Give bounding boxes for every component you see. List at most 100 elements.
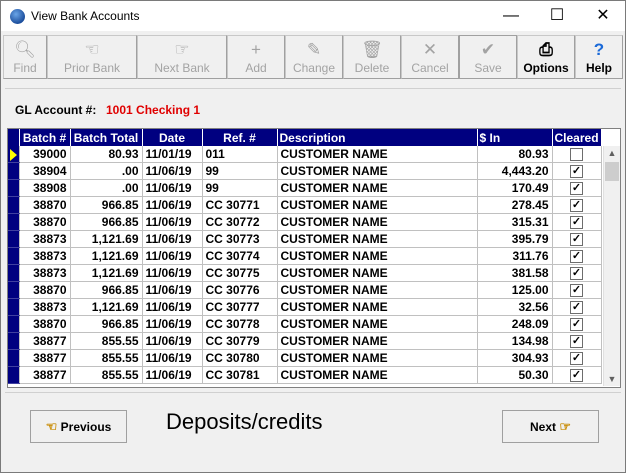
scroll-thumb[interactable] — [605, 162, 619, 181]
cell-batch-total[interactable]: 1,121.69 — [70, 247, 143, 265]
cell-ref[interactable]: CC 30774 — [202, 247, 278, 265]
cell-batch[interactable]: 38908 — [19, 179, 71, 197]
cell-ref[interactable]: CC 30781 — [202, 366, 278, 384]
cell-batch-total[interactable]: 966.85 — [70, 315, 143, 333]
close-button[interactable]: ✕ — [580, 1, 626, 31]
maximize-button[interactable]: ☐ — [534, 1, 580, 31]
cleared-checkbox[interactable]: ✓ — [570, 267, 584, 281]
row-selector[interactable] — [8, 196, 20, 214]
add-button[interactable]: + Add — [227, 35, 285, 79]
cell-batch[interactable]: 38877 — [19, 366, 71, 384]
cell-description[interactable]: CUSTOMER NAME — [277, 366, 478, 384]
cell-amount-in[interactable]: 134.98 — [477, 332, 553, 350]
cell-amount-in[interactable]: 4,443.20 — [477, 162, 553, 180]
table-row[interactable]: 38877 855.55 11/06/19 CC 30781 CUSTOMER NAME… — [8, 366, 602, 384]
row-selector[interactable] — [8, 230, 20, 248]
row-selector[interactable] — [8, 332, 20, 350]
save-button[interactable]: ✔ Save — [459, 35, 517, 79]
column-header-batch[interactable]: Batch # — [19, 129, 71, 146]
row-selector[interactable] — [8, 146, 20, 163]
cell-batch-total[interactable]: 1,121.69 — [70, 230, 143, 248]
cell-batch[interactable]: 38870 — [19, 315, 71, 333]
table-row[interactable]: 38870 966.85 11/06/19 CC 30778 CUSTOMER NAME… — [8, 315, 602, 333]
row-selector[interactable] — [8, 247, 20, 265]
cleared-checkbox[interactable]: ✓ — [570, 284, 584, 298]
row-selector[interactable] — [8, 366, 20, 384]
table-row[interactable]: 38873 1,121.69 11/06/19 CC 30775 CUSTOMER NA… — [8, 264, 602, 282]
cell-batch[interactable]: 38870 — [19, 196, 71, 214]
cell-amount-in[interactable]: 50.30 — [477, 366, 553, 384]
row-selector[interactable] — [8, 298, 20, 316]
cell-batch-total[interactable]: 966.85 — [70, 281, 143, 299]
table-row[interactable]: 38873 1,121.69 11/06/19 CC 30777 CUSTOMER NA… — [8, 298, 602, 316]
next-button[interactable]: Next ☞ — [502, 410, 599, 443]
table-row[interactable]: 39000 80.93 11/01/19 011 CUSTOMER NAME 80.93 — [8, 146, 602, 163]
cell-batch-total[interactable]: 1,121.69 — [70, 264, 143, 282]
cleared-checkbox[interactable]: ✓ — [570, 233, 584, 247]
cleared-checkbox[interactable]: ✓ — [570, 216, 584, 230]
cell-date[interactable]: 11/06/19 — [142, 298, 203, 316]
transactions-grid[interactable]: Batch # Batch Total Date Ref. # Descript… — [7, 128, 621, 388]
scroll-up-icon[interactable]: ▲ — [604, 146, 620, 160]
cleared-checkbox[interactable]: ✓ — [570, 352, 584, 366]
cell-batch-total[interactable]: 855.55 — [70, 349, 143, 367]
cell-ref[interactable]: 99 — [202, 179, 278, 197]
cell-amount-in[interactable]: 170.49 — [477, 179, 553, 197]
help-button[interactable]: ? Help — [575, 35, 623, 79]
row-selector[interactable] — [8, 162, 20, 180]
cell-date[interactable]: 11/06/19 — [142, 366, 203, 384]
cell-description[interactable]: CUSTOMER NAME — [277, 315, 478, 333]
cell-batch-total[interactable]: 1,121.69 — [70, 298, 143, 316]
table-row[interactable]: 38908.00 11/06/19 99 CUSTOMER NAME 170.49 ✓ — [8, 179, 602, 197]
cell-batch-total[interactable]: 966.85 — [70, 196, 143, 214]
delete-button[interactable]: 🗑︎ Delete — [343, 35, 401, 79]
row-selector[interactable] — [8, 179, 20, 197]
cell-date[interactable]: 11/06/19 — [142, 213, 203, 231]
cell-batch[interactable]: 39000 — [19, 146, 71, 163]
cell-amount-in[interactable]: 248.09 — [477, 315, 553, 333]
scroll-down-icon[interactable]: ▼ — [604, 372, 620, 386]
cell-batch-total[interactable]: .00 — [70, 162, 143, 180]
cell-date[interactable]: 11/06/19 — [142, 264, 203, 282]
cell-description[interactable]: CUSTOMER NAME — [277, 247, 478, 265]
row-selector[interactable] — [8, 213, 20, 231]
cell-date[interactable]: 11/06/19 — [142, 315, 203, 333]
cell-batch-total[interactable]: 855.55 — [70, 332, 143, 350]
cell-batch-total[interactable]: .00 — [70, 179, 143, 197]
column-header-ref[interactable]: Ref. # — [202, 129, 278, 146]
cell-description[interactable]: CUSTOMER NAME — [277, 298, 478, 316]
cell-date[interactable]: 11/06/19 — [142, 230, 203, 248]
cell-batch[interactable]: 38873 — [19, 298, 71, 316]
cleared-checkbox[interactable]: ✓ — [570, 250, 584, 264]
table-row[interactable]: 38873 1,121.69 11/06/19 CC 30773 CUSTOMER NA… — [8, 230, 602, 248]
cell-ref[interactable]: CC 30777 — [202, 298, 278, 316]
cell-description[interactable]: CUSTOMER NAME — [277, 179, 478, 197]
cell-ref[interactable]: CC 30773 — [202, 230, 278, 248]
cell-date[interactable]: 11/06/19 — [142, 179, 203, 197]
change-button[interactable]: ✎ Change — [285, 35, 343, 79]
next-bank-button[interactable]: ☞ Next Bank — [137, 35, 227, 79]
column-header-batch-total[interactable]: Batch Total — [70, 129, 143, 146]
table-row[interactable]: 38870 966.85 11/06/19 CC 30772 CUSTOMER NAME… — [8, 213, 602, 231]
cell-ref[interactable]: CC 30780 — [202, 349, 278, 367]
cell-description[interactable]: CUSTOMER NAME — [277, 230, 478, 248]
cell-amount-in[interactable]: 80.93 — [477, 146, 553, 163]
column-header-description[interactable]: Description — [277, 129, 478, 146]
cell-batch[interactable]: 38873 — [19, 264, 71, 282]
cell-date[interactable]: 11/06/19 — [142, 196, 203, 214]
cell-ref[interactable]: CC 30775 — [202, 264, 278, 282]
cell-batch-total[interactable]: 855.55 — [70, 366, 143, 384]
cell-amount-in[interactable]: 381.58 — [477, 264, 553, 282]
cell-amount-in[interactable]: 304.93 — [477, 349, 553, 367]
table-row[interactable]: 38904.00 11/06/19 99 CUSTOMER NAME 4,443.20 ✓ — [8, 162, 602, 180]
cell-description[interactable]: CUSTOMER NAME — [277, 213, 478, 231]
cell-date[interactable]: 11/06/19 — [142, 281, 203, 299]
cell-amount-in[interactable]: 311.76 — [477, 247, 553, 265]
cell-ref[interactable]: CC 30778 — [202, 315, 278, 333]
options-button[interactable]: ⎙ Options — [517, 35, 575, 79]
column-header-cleared[interactable]: Cleared — [552, 129, 602, 146]
row-selector[interactable] — [8, 349, 20, 367]
cell-date[interactable]: 11/06/19 — [142, 332, 203, 350]
cell-batch[interactable]: 38873 — [19, 247, 71, 265]
table-row[interactable]: 38870 966.85 11/06/19 CC 30776 CUSTOMER NAME… — [8, 281, 602, 299]
